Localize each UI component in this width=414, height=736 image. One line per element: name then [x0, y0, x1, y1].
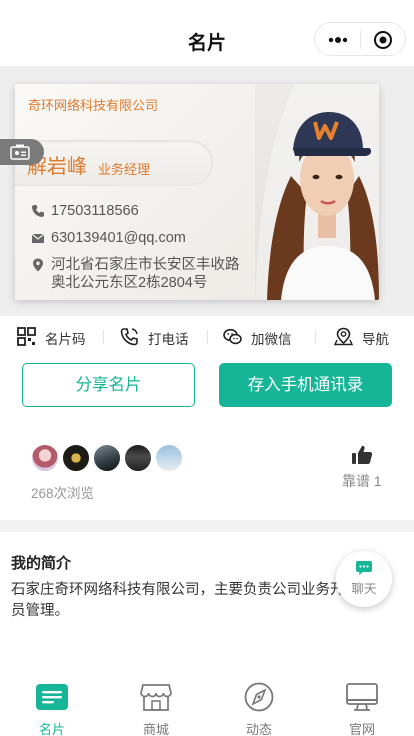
tab-website[interactable]: 官网	[322, 682, 402, 736]
phone-call-icon	[120, 328, 138, 346]
email-address: 630139401@qq.com	[51, 230, 186, 246]
capsule-divider	[360, 31, 361, 49]
card-tag[interactable]	[0, 139, 44, 165]
save-to-contacts-button[interactable]: 存入手机通讯录	[219, 363, 392, 407]
chat-label: 聊天	[351, 582, 377, 596]
address-line-1: 河北省石家庄市长安区丰收路	[51, 257, 240, 273]
address-line-2: 奥北公元东区2栋2804号	[51, 275, 208, 291]
action-label: 打电话	[148, 332, 189, 347]
tab-moments[interactable]: 动态	[219, 682, 299, 736]
phone-icon	[32, 205, 44, 217]
phone-number: 17503118566	[51, 203, 139, 219]
action-label: 加微信	[251, 332, 292, 347]
avatar	[124, 444, 152, 472]
map-pin-icon	[334, 327, 353, 346]
location-icon	[33, 258, 43, 272]
target-icon[interactable]	[373, 30, 393, 50]
action-label: 导航	[362, 332, 389, 347]
id-card-icon	[10, 144, 30, 160]
divider	[207, 330, 208, 344]
nav-header: 名片	[0, 0, 414, 66]
divider	[315, 330, 316, 344]
avatar	[62, 444, 90, 472]
chat-button[interactable]: 聊天	[336, 551, 392, 607]
action-call[interactable]: 打电话	[120, 326, 200, 348]
wechat-icon	[223, 328, 242, 345]
divider	[103, 330, 104, 344]
action-label: 名片码	[45, 332, 86, 347]
shop-icon	[140, 684, 172, 711]
action-add-wechat[interactable]: 加微信	[223, 326, 303, 348]
avatar	[155, 444, 183, 472]
card-area: 奇环网络科技有限公司 解岩峰 业务经理 17503118566 63013940…	[0, 66, 414, 316]
card-icon	[36, 684, 68, 710]
compass-icon	[244, 682, 274, 712]
action-navigate[interactable]: 导航	[334, 326, 404, 348]
section-divider	[0, 520, 414, 532]
quick-actions: 名片码 打电话 加微信 导航	[0, 316, 414, 358]
tab-label: 商城	[142, 722, 169, 736]
tab-label: 动态	[245, 722, 272, 736]
monitor-icon	[346, 683, 378, 711]
mini-program-capsule	[314, 22, 406, 56]
mail-icon	[31, 233, 45, 243]
chat-bubble-icon	[356, 561, 372, 575]
tab-card[interactable]: 名片	[12, 682, 92, 736]
thumbs-up-icon[interactable]	[351, 444, 373, 466]
company-name: 奇环网络科技有限公司	[28, 98, 159, 113]
profile-photo	[255, 84, 379, 300]
more-dots-icon[interactable]	[327, 31, 349, 49]
avatar	[93, 444, 121, 472]
qr-code-icon	[17, 327, 36, 346]
intro-title: 我的简介	[11, 555, 72, 572]
share-card-button[interactable]: 分享名片	[22, 363, 195, 407]
tab-bar: 名片 商城 动态 官网	[0, 674, 414, 736]
tab-label: 名片	[38, 722, 65, 736]
view-count: 268次浏览	[31, 486, 95, 501]
tab-shop[interactable]: 商城	[116, 682, 196, 736]
person-title: 业务经理	[98, 162, 151, 177]
business-card[interactable]: 奇环网络科技有限公司 解岩峰 业务经理 17503118566 63013940…	[15, 84, 379, 300]
like-count: 靠谱 1	[342, 473, 382, 489]
tab-label: 官网	[348, 722, 375, 736]
action-qr-code[interactable]: 名片码	[17, 326, 97, 348]
avatar	[31, 444, 59, 472]
